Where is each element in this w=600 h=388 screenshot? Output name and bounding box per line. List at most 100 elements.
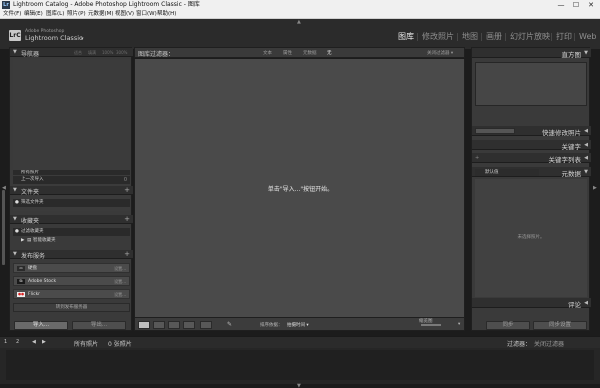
import-button[interactable]: 导入...	[14, 321, 68, 330]
filmstrip-filter-dropdown[interactable]: 关闭过滤器	[534, 339, 564, 348]
filter-collections-row[interactable]: ● 过滤收藏夹	[13, 228, 130, 236]
catalog-all-photos[interactable]: 所有照片	[13, 170, 130, 175]
catalog-previous-import[interactable]: 上一次导入 0	[13, 176, 130, 184]
maximize-button[interactable]: ☐	[569, 0, 583, 10]
publish-service-flickr[interactable]: ●● Flickr 设置...	[13, 289, 130, 299]
filmstrip-thumbnails[interactable]	[6, 350, 594, 380]
thumbnail-size-slider[interactable]	[421, 324, 441, 326]
menu-file[interactable]: 文件(F)	[3, 10, 21, 19]
sync-settings-button[interactable]: 同步设置	[533, 321, 587, 330]
collections-header[interactable]: ▼ 收藏夹 +	[10, 215, 133, 225]
smart-collections-row[interactable]: ▶ ▤ 智能收藏夹	[13, 237, 130, 245]
module-separator: |	[416, 32, 419, 41]
toolbar-menu-icon[interactable]: ▾	[458, 322, 460, 327]
saved-preset-field[interactable]	[475, 128, 515, 134]
publish-service-hard-drive[interactable]: ▭ 硬盘 设置...	[13, 263, 130, 273]
add-keyword-icon[interactable]: +	[475, 155, 479, 161]
module-web[interactable]: Web	[579, 32, 596, 42]
find-more-services-button[interactable]: 转到发布服务器	[13, 303, 130, 312]
filter-folders-row[interactable]: ● 筛选文件夹	[13, 199, 130, 207]
back-icon[interactable]: ◀	[32, 339, 36, 345]
page-1-button[interactable]: 1	[4, 339, 7, 345]
zoom-fit[interactable]: 适合	[74, 50, 82, 56]
quick-develop-header[interactable]: 快速修改照片 ◀	[472, 126, 591, 137]
search-icon: ●	[15, 200, 19, 205]
add-folder-icon[interactable]: +	[124, 186, 130, 194]
page-2-button[interactable]: 2	[16, 339, 19, 345]
publish-services-header[interactable]: ▼ 发布服务 +	[10, 250, 133, 260]
right-panel: 直方图 ▼ 快速修改照片 ◀ 关键字 ◀ + 关键字列表 ◀ 默认值 元数据 ▼…	[471, 47, 591, 331]
zoom-100[interactable]: 100%	[102, 50, 113, 55]
title-bar: Lr Lightroom Catalog - Adobe Photoshop L…	[0, 0, 600, 10]
row-label: 所有照片	[21, 170, 39, 175]
menu-metadata[interactable]: 元数据(M)	[88, 10, 114, 19]
histogram-header[interactable]: 直方图 ▼	[472, 48, 591, 59]
filter-attribute[interactable]: 属性	[283, 50, 292, 56]
comments-header[interactable]: 评论 ◀	[472, 298, 591, 309]
collapse-icon: ▼	[584, 50, 588, 56]
keyword-list-header[interactable]: + 关键字列表 ◀	[472, 153, 591, 164]
filmstrip-source[interactable]: 所有照片	[74, 339, 98, 348]
module-slideshow[interactable]: 幻灯片放映	[510, 32, 550, 42]
menu-edit[interactable]: 编辑(E)	[24, 10, 43, 19]
filter-preset-dropdown[interactable]: 关闭过滤器 ▾	[427, 50, 453, 56]
sort-dropdown[interactable]: 拍摄时间 ▾	[287, 322, 309, 328]
keywording-header[interactable]: 关键字 ◀	[472, 140, 591, 151]
expand-icon: ◀	[584, 142, 588, 148]
service-setup[interactable]: 设置...	[114, 264, 126, 273]
menu-window[interactable]: 窗口(W)	[136, 10, 157, 19]
people-view-icon[interactable]	[200, 321, 212, 329]
top-panel-toggle-icon[interactable]: ▲	[297, 19, 301, 25]
module-map[interactable]: 地图	[462, 32, 478, 42]
module-develop[interactable]: 修改照片	[422, 32, 454, 42]
expand-icon[interactable]: ▶	[21, 237, 24, 245]
search-icon: ●	[15, 229, 19, 234]
grid-view[interactable]: 单击"导入..."按钮开始。	[134, 59, 465, 317]
service-setup[interactable]: 设置...	[114, 277, 126, 286]
survey-view-icon[interactable]	[183, 321, 195, 329]
menu-help[interactable]: 帮助(H)	[157, 10, 176, 19]
minimize-button[interactable]: —	[554, 0, 568, 10]
module-book[interactable]: 画册	[486, 32, 502, 42]
menu-photo[interactable]: 照片(P)	[67, 10, 86, 19]
filter-metadata[interactable]: 元数据	[303, 50, 317, 56]
sync-metadata-button[interactable]: 同步	[486, 321, 530, 330]
left-panel: ▼ 导航器 适合 填满 100% 300% 所有照片 上一次导入 0 ▼ 文件夹…	[9, 47, 133, 331]
export-button[interactable]: 导出...	[72, 321, 126, 330]
add-collection-icon[interactable]: +	[124, 215, 130, 223]
close-button[interactable]: ✕	[584, 0, 598, 10]
zoom-300[interactable]: 300%	[116, 50, 127, 55]
loupe-view-icon[interactable]	[153, 321, 165, 329]
navigator-header[interactable]: ▼ 导航器 适合 填满 100% 300%	[10, 48, 133, 58]
filter-text[interactable]: 文本	[263, 50, 272, 56]
keywording-label: 关键字	[561, 143, 582, 151]
expand-icon: ◀	[584, 155, 588, 161]
painter-icon[interactable]: ✎	[227, 321, 232, 328]
left-panel-scrollbar[interactable]	[2, 190, 5, 265]
metadata-header[interactable]: 默认值 元数据 ▼	[472, 167, 591, 178]
module-library[interactable]: 图库	[398, 32, 414, 42]
identity-menu-icon[interactable]: ▾	[81, 36, 84, 42]
grid-view-icon[interactable]	[138, 321, 150, 329]
navigator-label: 导航器	[21, 51, 40, 58]
service-setup[interactable]: 设置...	[114, 290, 126, 299]
metadata-preset-dropdown[interactable]: 默认值	[475, 169, 539, 176]
service-label: Adobe Stock	[28, 279, 57, 284]
right-panel-toggle-icon[interactable]: ▶	[593, 185, 597, 191]
zoom-fill[interactable]: 填满	[88, 50, 96, 56]
module-print[interactable]: 打印	[556, 32, 572, 42]
forward-icon[interactable]: ▶	[42, 339, 46, 345]
folders-header[interactable]: ▼ 文件夹 +	[10, 186, 133, 196]
bottom-panel-toggle-icon[interactable]: ▼	[297, 383, 301, 388]
compare-view-icon[interactable]	[168, 321, 180, 329]
add-publish-service-icon[interactable]: +	[124, 250, 130, 258]
filmstrip-filter-label: 过滤器：	[507, 341, 532, 348]
lrc-logo: LrC	[9, 30, 21, 41]
menu-view[interactable]: 视图(V)	[115, 10, 134, 19]
menu-library[interactable]: 图库(L)	[46, 10, 64, 19]
filter-none[interactable]: 无	[327, 50, 332, 56]
publish-service-adobe-stock[interactable]: St Adobe Stock 设置...	[13, 276, 130, 286]
grid-toolbar: ✎ 排序依据： 拍摄时间 ▾ 缩览图 ▾	[134, 317, 465, 331]
expand-icon: ◀	[584, 128, 588, 134]
expand-icon: ◀	[584, 300, 588, 306]
